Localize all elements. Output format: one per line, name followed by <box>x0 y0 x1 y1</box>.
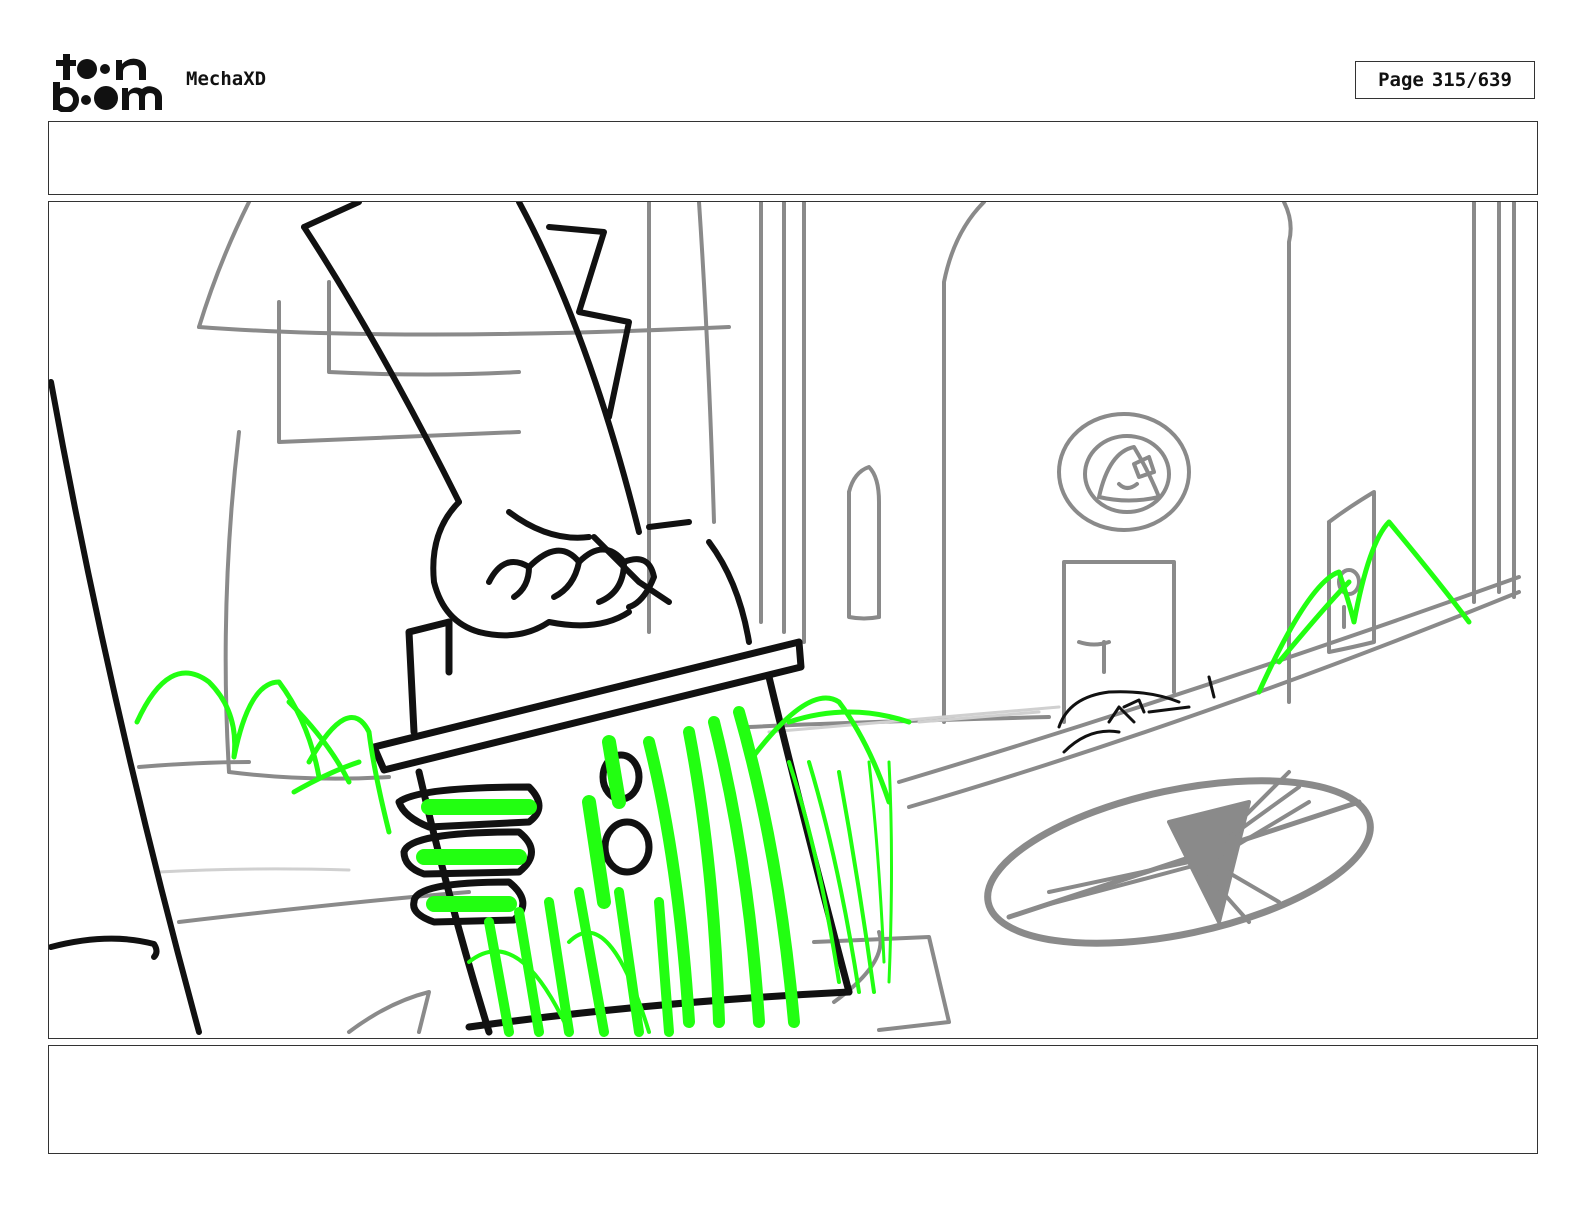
character-arm <box>301 202 752 645</box>
page-label: Page <box>1378 69 1424 91</box>
page-number: 315/639 <box>1431 69 1512 91</box>
dialogue-box[interactable] <box>48 1045 1538 1154</box>
page-indicator: Page 315/639 <box>1355 61 1535 99</box>
storyboard-panel <box>48 201 1538 1039</box>
project-title: MechaXD <box>186 68 267 90</box>
toonboom-logo <box>50 50 164 113</box>
trash-can <box>370 618 853 1036</box>
panel-sketch <box>49 202 1521 1037</box>
action-notes-box[interactable] <box>48 121 1538 195</box>
foreground-pillar <box>49 379 202 1035</box>
